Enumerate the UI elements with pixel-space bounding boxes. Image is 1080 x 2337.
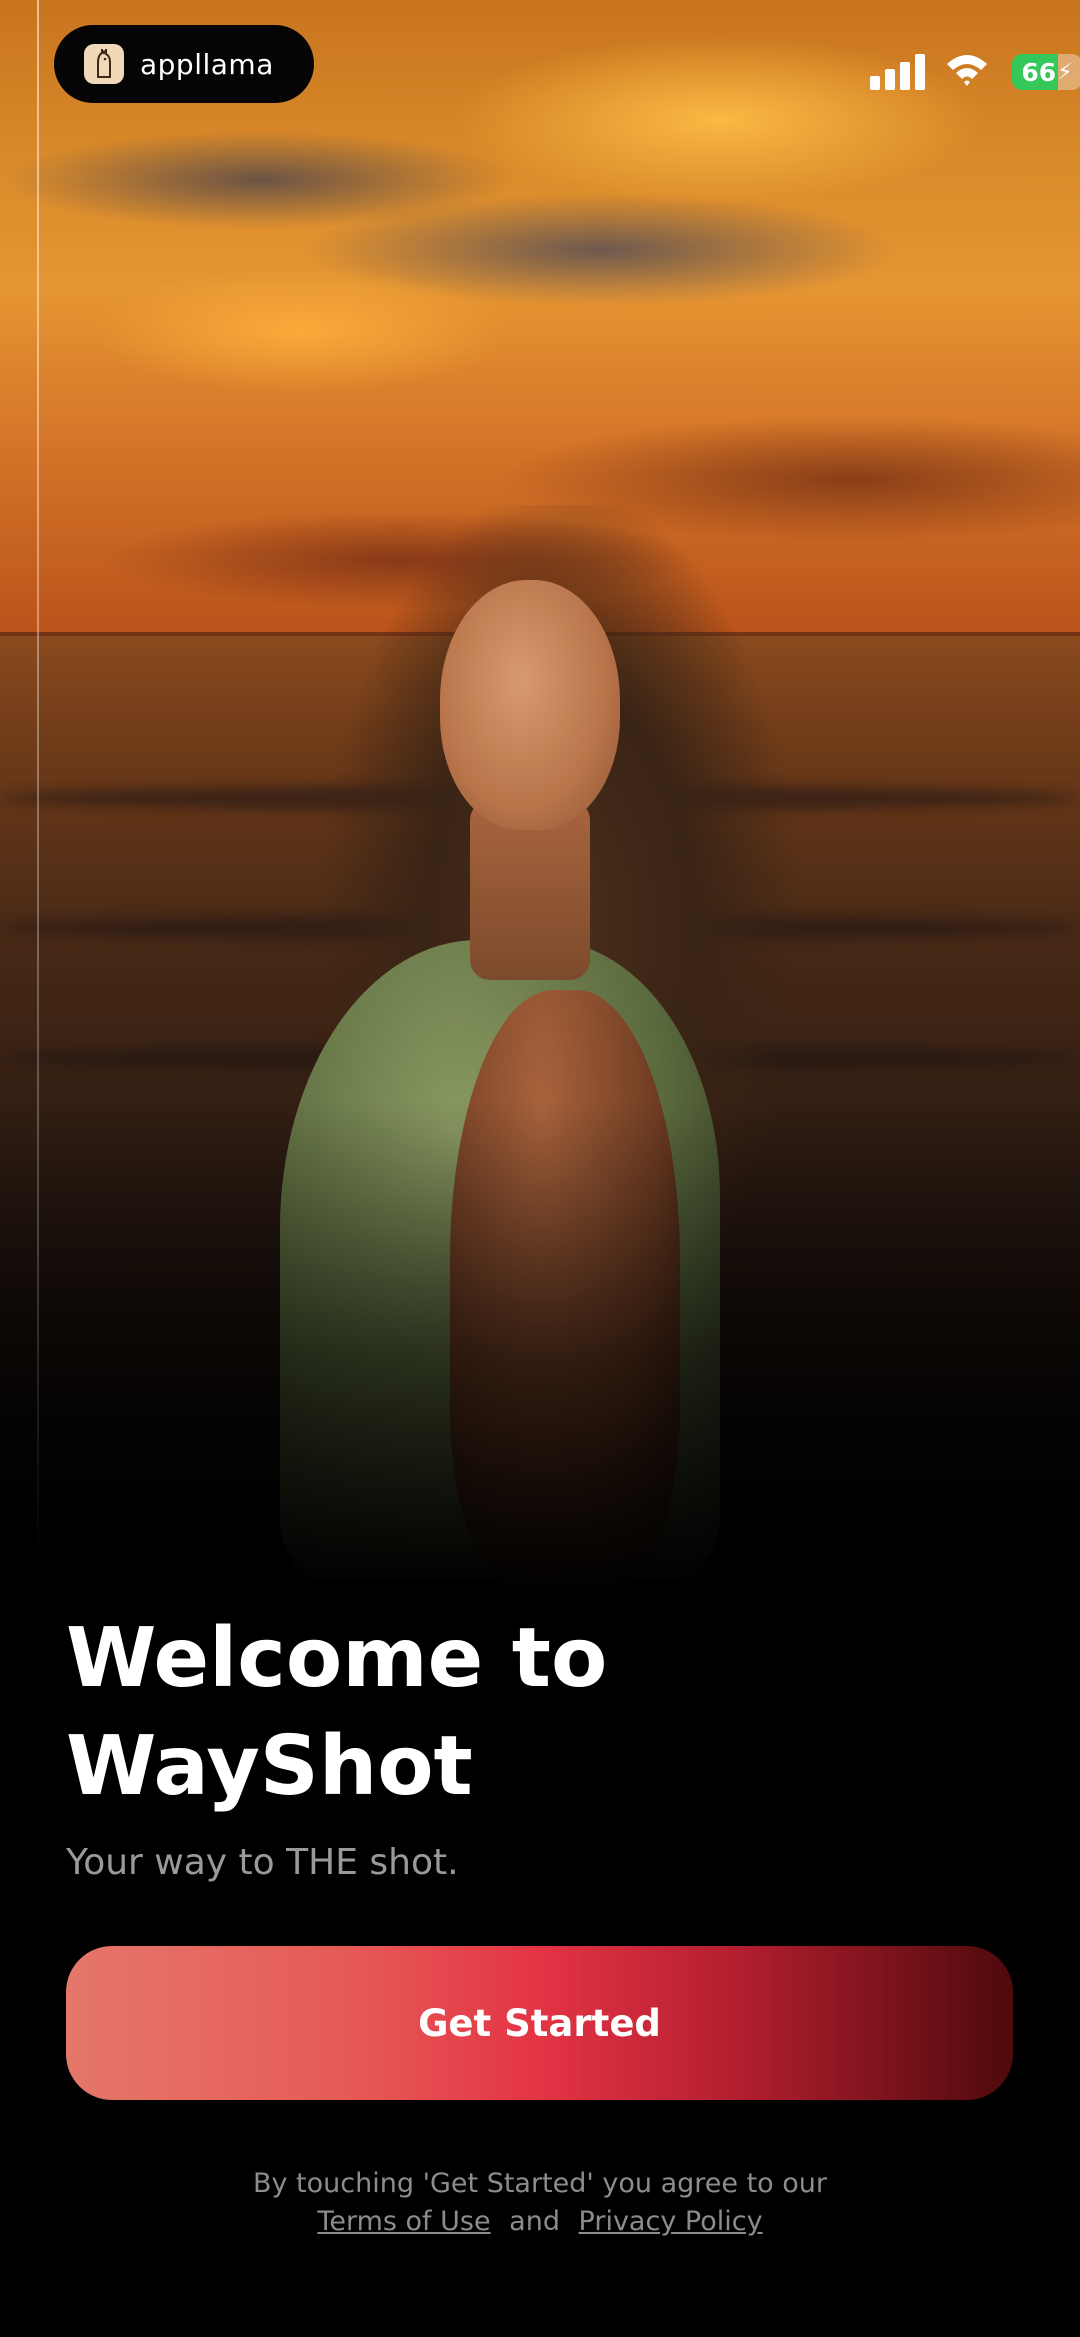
terms-of-use-link[interactable]: Terms of Use <box>317 2206 490 2237</box>
edge-divider <box>37 0 39 1560</box>
app-badge[interactable]: appllama <box>54 25 314 103</box>
legal-notice: By touching 'Get Started' you agree to o… <box>0 2165 1080 2241</box>
hero-photo <box>0 0 1080 1600</box>
legal-connector: and <box>509 2206 560 2237</box>
page-title: Welcome to WayShot <box>66 1611 608 1814</box>
subject-face <box>440 580 620 830</box>
get-started-button[interactable]: Get Started <box>66 1946 1013 2100</box>
llama-icon <box>84 44 124 84</box>
battery-icon: 66 ⚡ <box>1012 54 1080 90</box>
cellular-signal-icon <box>870 54 926 90</box>
bottom-fade <box>0 1100 1080 1600</box>
charging-bolt-icon: ⚡ <box>1057 59 1073 85</box>
wifi-icon <box>947 55 987 86</box>
app-badge-label: appllama <box>140 47 274 81</box>
page-subtitle: Your way to THE shot. <box>66 1842 459 1883</box>
legal-prefix: By touching 'Get Started' you agree to o… <box>252 2168 828 2199</box>
status-bar: 66 ⚡ <box>780 48 1080 98</box>
privacy-policy-link[interactable]: Privacy Policy <box>579 2206 763 2237</box>
battery-level: 66 <box>1021 57 1057 87</box>
